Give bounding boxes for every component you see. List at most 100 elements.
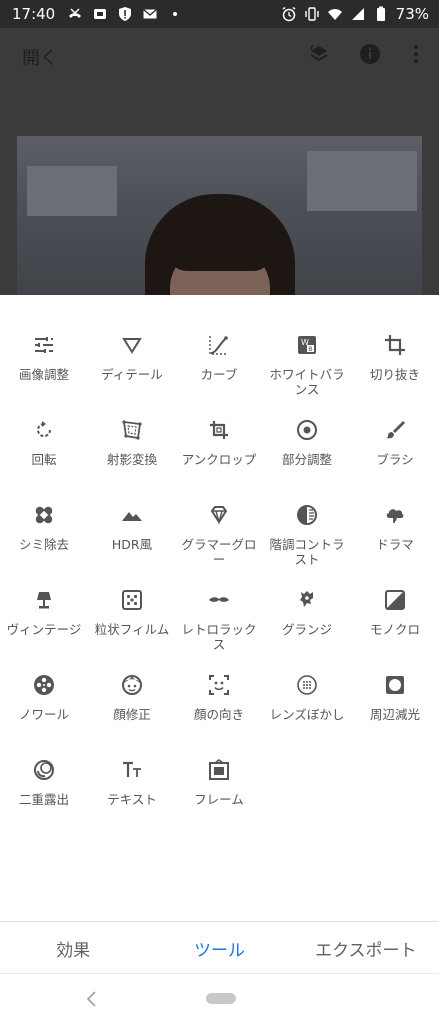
tool-triangle-details[interactable]: ディテール (88, 333, 176, 382)
vignette-icon (383, 673, 407, 697)
tool-label: ホワイトバランス (269, 367, 345, 397)
tab-export[interactable]: エクスポート (293, 936, 439, 961)
tool-tune[interactable]: 画像調整 (0, 333, 88, 382)
curve-icon (207, 333, 231, 357)
tool-face-retouch[interactable]: 顔修正 (88, 673, 176, 722)
tool-label: 顔修正 (113, 707, 151, 722)
lens-blur-icon (295, 673, 319, 697)
tools-panel: 画像調整 ディテール カーブ W B ホワイトバランス 切り抜き回転 射影変換 アンクロップ 部分… (0, 295, 439, 920)
drama-cloud-icon (383, 503, 407, 527)
tab-tools[interactable]: ツール (146, 936, 292, 961)
tool-label: レトロラックス (181, 622, 257, 652)
more-vert-icon[interactable] (404, 42, 428, 66)
vintage-lamp-icon (32, 588, 56, 612)
status-time: 17:40 (12, 5, 56, 23)
tonal-contrast-icon (295, 503, 319, 527)
tool-tonal-contrast[interactable]: 階調コントラスト (263, 503, 351, 567)
tool-label: 射影変換 (106, 452, 157, 467)
tool-expand[interactable]: アンクロップ (175, 418, 263, 467)
tool-double-exposure[interactable]: 二重露出 (0, 758, 88, 807)
tool-label: ヴィンテージ (6, 622, 82, 637)
missed-call-icon (67, 6, 83, 22)
tool-label: アンクロップ (181, 452, 257, 467)
tool-label: 階調コントラスト (269, 537, 345, 567)
tool-label: 切り抜き (369, 367, 420, 382)
tool-grunge[interactable]: グランジ (263, 588, 351, 637)
alert-shield-icon (117, 6, 133, 22)
open-button[interactable]: 開く (22, 44, 58, 70)
tool-label: 粒状フィルム (94, 622, 170, 637)
tool-vintage-lamp[interactable]: ヴィンテージ (0, 588, 88, 637)
tool-drama-cloud[interactable]: ドラマ (351, 503, 439, 552)
battery-level: 73% (395, 5, 429, 23)
hdr-mountain-icon (120, 503, 144, 527)
tool-label: 周辺減光 (369, 707, 420, 722)
tool-hdr-mountain[interactable]: HDR風 (88, 503, 176, 552)
tool-curve[interactable]: カーブ (175, 333, 263, 382)
tool-label: フレーム (194, 792, 244, 807)
tool-film-reel[interactable]: ノワール (0, 673, 88, 722)
wifi-icon (327, 6, 343, 22)
tab-effects[interactable]: 効果 (0, 936, 146, 961)
tool-rotate[interactable]: 回転 (0, 418, 88, 467)
tool-frame[interactable]: フレーム (175, 758, 263, 807)
alarm-icon (281, 6, 297, 22)
text-icon (120, 758, 144, 782)
grainy-film-icon (120, 588, 144, 612)
sim-icon (92, 6, 108, 22)
dot-icon (167, 6, 183, 22)
tool-label: シミ除去 (18, 537, 69, 552)
brush-icon (383, 418, 407, 442)
selective-icon (295, 418, 319, 442)
tool-label: 画像調整 (18, 367, 69, 382)
tool-grainy-film[interactable]: 粒状フィルム (88, 588, 176, 637)
stacks-icon[interactable] (307, 42, 331, 66)
tool-label: レンズぼかし (269, 707, 345, 722)
svg-text:B: B (308, 345, 312, 353)
white-balance-icon: WB (295, 333, 319, 357)
tool-label: 回転 (31, 452, 57, 467)
tool-selective[interactable]: 部分調整 (263, 418, 351, 467)
tool-label: ブラシ (376, 452, 414, 467)
bottom-tab-bar: 効果 ツール エクスポート (0, 921, 439, 974)
tune-icon (32, 333, 56, 357)
tool-white-balance[interactable]: W B ホワイトバランス (263, 333, 351, 397)
expand-icon (207, 418, 231, 442)
tool-text[interactable]: テキスト (88, 758, 176, 807)
tool-label: 部分調整 (281, 452, 332, 467)
tool-label: HDR風 (111, 537, 153, 552)
double-exposure-icon (32, 758, 56, 782)
tool-vignette[interactable]: 周辺減光 (351, 673, 439, 722)
tool-healing[interactable]: シミ除去 (0, 503, 88, 552)
photo-preview (17, 136, 422, 295)
tool-perspective[interactable]: 射影変換 (88, 418, 176, 467)
grunge-icon (295, 588, 319, 612)
tool-face-pose[interactable]: 顔の向き (175, 673, 263, 722)
tool-label: 二重露出 (18, 792, 69, 807)
film-reel-icon (32, 673, 56, 697)
mail-icon (142, 6, 158, 22)
tool-black-white[interactable]: モノクロ (351, 588, 439, 637)
frame-icon (207, 758, 231, 782)
triangle-details-icon (120, 333, 144, 357)
face-pose-icon (207, 673, 231, 697)
tool-label: ディテール (101, 367, 163, 382)
tool-mustache[interactable]: レトロラックス (175, 588, 263, 652)
tool-brush[interactable]: ブラシ (351, 418, 439, 467)
status-bar: 17:40 73% (0, 0, 439, 28)
home-pill[interactable] (206, 993, 236, 1004)
tool-label: ドラマ (376, 537, 414, 552)
tool-lens-blur[interactable]: レンズぼかし (263, 673, 351, 722)
back-icon[interactable] (82, 989, 102, 1009)
tool-label: グランジ (281, 622, 332, 637)
tool-label: ノワール (18, 707, 69, 722)
tool-crop[interactable]: 切り抜き (351, 333, 439, 382)
editor-preview-area: 開く (0, 28, 439, 295)
signal-icon (350, 6, 366, 22)
info-icon[interactable] (358, 42, 382, 66)
tool-diamond[interactable]: グラマーグロー (175, 503, 263, 567)
mustache-icon (207, 588, 231, 612)
tool-label: 顔の向き (193, 707, 244, 722)
system-nav-bar (0, 973, 439, 1025)
crop-icon (383, 333, 407, 357)
